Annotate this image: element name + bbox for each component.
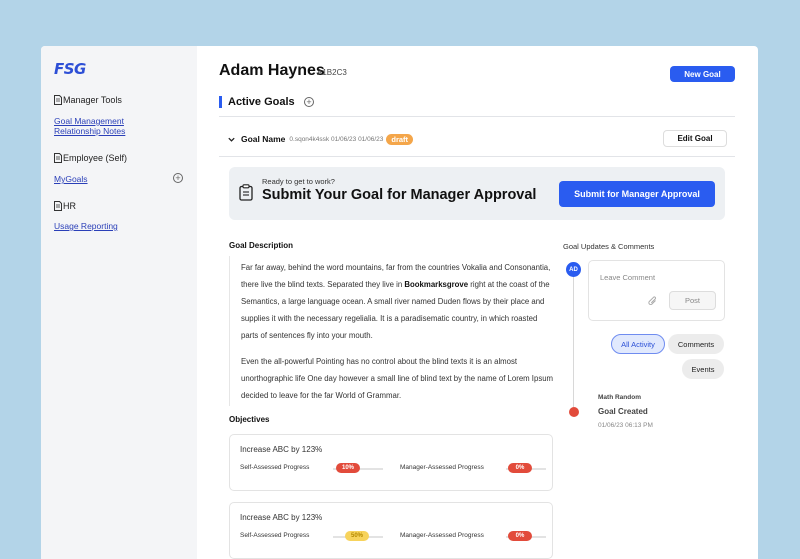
sidebar: FSG Manager Tools Goal Management Relati… [41, 46, 197, 559]
document-icon [54, 95, 62, 105]
filter-events[interactable]: Events [682, 359, 724, 379]
clipboard-icon [239, 184, 253, 201]
document-icon [54, 201, 62, 211]
self-assessed-label: Self-Assessed Progress [240, 464, 310, 471]
manager-progress-pill: 0% [508, 463, 532, 473]
sidebar-section-label: Employee (Self) [63, 153, 128, 163]
submit-banner: Ready to get to work? Submit Your Goal f… [229, 167, 725, 220]
objectives-label: Objectives [229, 415, 270, 424]
timeline-event-dot [569, 407, 579, 417]
chevron-down-icon[interactable] [227, 135, 236, 144]
goal-updates-label: Goal Updates & Comments [563, 242, 655, 251]
objective-title: Increase ABC by 123% [240, 445, 323, 454]
sidebar-section-employee: Employee (Self) [54, 153, 127, 163]
sidebar-section-label: Manager Tools [63, 95, 122, 105]
paperclip-icon[interactable] [648, 296, 658, 307]
logo: FSG [54, 60, 86, 78]
self-progress-pill: 10% [336, 463, 360, 473]
post-button[interactable]: Post [669, 291, 716, 310]
page-title: Adam Haynes [219, 62, 325, 79]
app-window: FSG Manager Tools Goal Management Relati… [41, 46, 758, 559]
banner-title: Submit Your Goal for Manager Approval [262, 187, 537, 203]
section-accent-bar [219, 96, 222, 108]
self-progress-pill: 50% [345, 531, 369, 541]
document-icon [54, 153, 62, 163]
banner-subtitle: Ready to get to work? [262, 177, 335, 186]
goal-description: Far far away, behind the word mountains,… [229, 256, 555, 406]
event-title: Goal Created [598, 407, 648, 416]
status-badge: draft [386, 133, 414, 145]
manager-progress-pill: 0% [508, 531, 532, 541]
objective-card[interactable]: Increase ABC by 123% Self-Assessed Progr… [229, 434, 553, 491]
goal-meta: 0.sqon4k4ssk 01/06/23 01/06/23 [289, 135, 384, 143]
edit-goal-button[interactable]: Edit Goal [663, 130, 727, 147]
goal-name: Goal Name [241, 134, 286, 144]
active-goals-title: Active Goals [228, 96, 295, 108]
divider [219, 116, 735, 117]
submit-for-approval-button[interactable]: Submit for Manager Approval [559, 181, 715, 207]
sidebar-link-mygoals[interactable]: MyGoals [54, 174, 88, 185]
goal-description-label: Goal Description [229, 241, 294, 250]
filter-all-activity[interactable]: All Activity [611, 334, 665, 354]
sidebar-section-manager-tools: Manager Tools [54, 95, 122, 105]
main-content: Adam Haynes A1B2C3 New Goal Active Goals… [197, 46, 758, 559]
description-paragraph: Even the all-powerful Pointing has no co… [241, 357, 554, 400]
sidebar-link-usage-reporting[interactable]: Usage Reporting [54, 221, 118, 232]
objective-title: Increase ABC by 123% [240, 513, 323, 522]
add-goal-plus-icon[interactable]: + [173, 173, 183, 183]
new-goal-button[interactable]: New Goal [670, 66, 735, 82]
divider [219, 156, 735, 157]
objective-card[interactable]: Increase ABC by 123% Self-Assessed Progr… [229, 502, 553, 559]
comment-input[interactable]: Leave Comment [600, 273, 655, 282]
avatar: AD [566, 262, 581, 277]
add-active-goal-plus-icon[interactable]: + [304, 97, 314, 107]
comment-box[interactable]: Leave Comment Post [588, 260, 725, 321]
event-author: Math Random [598, 394, 641, 401]
description-paragraph: Far far away, behind the word mountains,… [241, 263, 551, 340]
sidebar-link-relationship-notes[interactable]: Relationship Notes [54, 126, 125, 137]
manager-assessed-label: Manager-Assessed Progress [400, 464, 484, 471]
self-assessed-label: Self-Assessed Progress [240, 532, 310, 539]
filter-comments[interactable]: Comments [668, 334, 724, 354]
event-timestamp: 01/06/23 06:13 PM [598, 422, 653, 429]
sidebar-section-label: HR [63, 201, 76, 211]
manager-assessed-label: Manager-Assessed Progress [400, 532, 484, 539]
employee-id: A1B2C3 [317, 68, 347, 77]
goal-header-row: Goal Name 0.sqon4k4ssk 01/06/23 01/06/23… [219, 130, 735, 148]
activity-timeline [573, 277, 574, 407]
sidebar-section-hr: HR [54, 201, 76, 211]
